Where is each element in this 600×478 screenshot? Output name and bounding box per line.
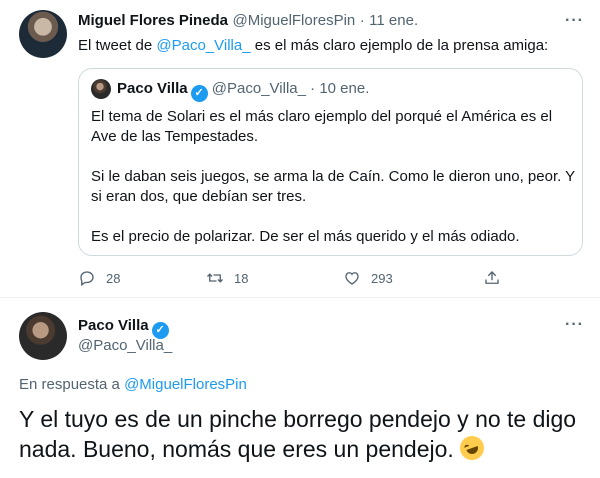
avatar[interactable]	[91, 79, 111, 99]
quoted-tweet[interactable]: Paco Villa ✓ @Paco_Villa_ · 10 ene. El te…	[78, 68, 583, 256]
tweet-header: Paco Villa ✓	[78, 317, 169, 339]
tweet-text: Y el tuyo es de un pinche borrego pendej…	[19, 404, 584, 464]
separator: ·	[310, 80, 316, 97]
mention-link[interactable]: @MiguelFloresPin	[124, 376, 247, 393]
mention-link[interactable]: @Paco_Villa_	[156, 37, 250, 54]
quoted-tweet-text: El tema de Solari es el más claro ejempl…	[91, 107, 576, 267]
author-name[interactable]: Miguel Flores Pineda	[78, 12, 228, 29]
reply-prefix: En respuesta a	[19, 376, 125, 393]
tweet-date[interactable]: 11 ene.	[369, 12, 418, 29]
share-button[interactable]	[483, 268, 501, 288]
quoted-tweet-header: Paco Villa ✓ @Paco_Villa_ · 10 ene.	[117, 80, 369, 102]
retweet-count: 18	[234, 270, 249, 286]
retweet-icon	[207, 273, 223, 283]
tweet-text-body: Y el tuyo es de un pinche borrego pendej…	[19, 406, 577, 462]
like-count: 293	[371, 270, 393, 286]
rolling-on-floor-laughing-icon	[456, 432, 488, 464]
reply-icon	[80, 271, 94, 287]
author-name[interactable]: Paco Villa	[78, 317, 149, 334]
reply-count: 28	[106, 270, 121, 286]
paragraph: Es el precio de polarizar. De ser el más…	[91, 228, 520, 245]
more-options-icon[interactable]: ···	[565, 12, 584, 30]
tweet-text: El tweet de @Paco_Villa_ es el más claro…	[78, 37, 548, 54]
tweet-text-part: es el más claro ejemplo de la prensa ami…	[250, 37, 549, 54]
paragraph: El tema de Solari es el más claro ejempl…	[91, 108, 553, 145]
tweet-header: Miguel Flores Pineda @MiguelFloresPin · …	[78, 12, 418, 30]
tweet-date: 10 ene.	[319, 80, 370, 97]
author-name: Paco Villa	[117, 80, 188, 97]
separator: ·	[359, 12, 365, 29]
heart-icon	[345, 272, 359, 285]
tweet-text-part: El tweet de	[78, 37, 157, 54]
tweet-actions: 28 18 293	[78, 268, 508, 292]
parent-tweet[interactable]: Miguel Flores Pineda @MiguelFloresPin · …	[0, 0, 600, 298]
retweet-button[interactable]: 18	[206, 268, 248, 288]
verified-badge-icon: ✓	[190, 85, 208, 102]
reply-button[interactable]: 28	[78, 268, 120, 288]
author-handle[interactable]: @Paco_Villa_	[78, 337, 172, 354]
share-icon	[485, 271, 499, 284]
avatar[interactable]	[19, 10, 67, 58]
avatar[interactable]	[19, 312, 67, 360]
like-button[interactable]: 293	[343, 268, 393, 288]
paragraph: Si le daban seis juegos, se arma la de C…	[91, 168, 575, 205]
more-options-icon[interactable]: ···	[565, 316, 584, 334]
reply-context: En respuesta a @MiguelFloresPin	[19, 376, 247, 393]
author-handle[interactable]: @MiguelFloresPin	[232, 12, 355, 29]
author-handle: @Paco_Villa_	[211, 80, 306, 97]
